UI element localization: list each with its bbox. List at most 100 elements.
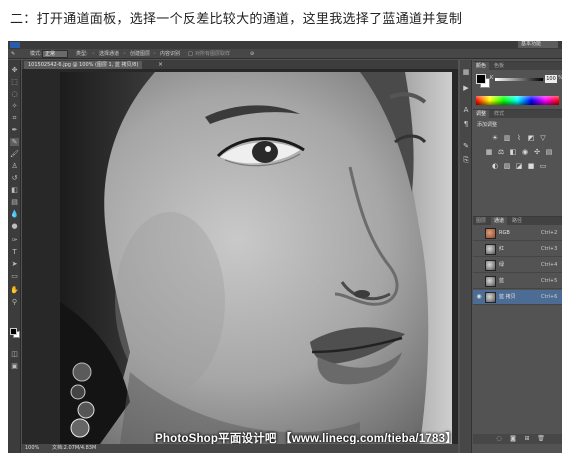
- hand-icon[interactable]: ✋: [10, 286, 19, 294]
- type-label: 类型:: [76, 51, 88, 57]
- sample-all-option[interactable]: 对所有图层取样: [195, 50, 230, 58]
- load-selection-icon[interactable]: ◌: [495, 435, 503, 443]
- visibility-eye-icon[interactable]: [475, 261, 483, 269]
- k-unit: %: [558, 75, 562, 81]
- visibility-eye-icon[interactable]: [475, 245, 483, 253]
- posterize-icon[interactable]: ▨: [503, 162, 511, 170]
- mode-select[interactable]: 正常: [42, 50, 68, 58]
- zoom-level[interactable]: 100%: [25, 444, 39, 453]
- menu-bar: 基本功能: [8, 41, 562, 49]
- gradient-map-icon[interactable]: ▭: [539, 162, 547, 170]
- sample-all-checkbox[interactable]: □: [188, 50, 193, 58]
- workspace-switcher[interactable]: 基本功能: [518, 41, 558, 48]
- clone-stamp-icon[interactable]: ♙: [10, 162, 19, 170]
- vibrance-icon[interactable]: ▽: [539, 134, 547, 142]
- k-slider[interactable]: [495, 78, 543, 81]
- radio-select-channel[interactable]: ◦: [92, 50, 95, 58]
- hue-saturation-icon[interactable]: ▦: [485, 148, 493, 156]
- close-icon[interactable]: ×: [158, 61, 164, 68]
- path-select-icon[interactable]: ➤: [10, 260, 19, 268]
- type-icon[interactable]: T: [10, 248, 19, 256]
- eraser-icon[interactable]: ◧: [10, 186, 19, 194]
- visibility-eye-icon[interactable]: [475, 277, 483, 285]
- paragraph-panel-icon[interactable]: ¶: [462, 120, 470, 128]
- invert-icon[interactable]: ◐: [491, 162, 499, 170]
- visibility-eye-icon[interactable]: ◉: [475, 293, 483, 301]
- color-balance-icon[interactable]: ⚖: [497, 148, 505, 156]
- channel-name: 蓝 拷贝: [499, 294, 516, 300]
- tab-swatches[interactable]: 色板: [491, 62, 507, 70]
- move-icon[interactable]: ✥: [10, 66, 19, 74]
- channel-thumbnail: [485, 244, 496, 255]
- adjustments-hint: 添加调整: [477, 122, 498, 128]
- tab-styles[interactable]: 样式: [491, 110, 507, 118]
- actions-panel-icon[interactable]: ▶: [462, 84, 470, 92]
- history-panel-icon[interactable]: ▦: [462, 68, 470, 76]
- curves-icon[interactable]: ⌇: [515, 134, 523, 142]
- new-channel-icon[interactable]: ⊞: [523, 435, 531, 443]
- shape-icon[interactable]: ▭: [10, 272, 19, 280]
- eyedropper-icon[interactable]: ✒: [10, 126, 19, 134]
- quick-select-icon[interactable]: ✧: [10, 102, 19, 110]
- exposure-icon[interactable]: ◩: [527, 134, 535, 142]
- threshold-icon[interactable]: ◪: [515, 162, 523, 170]
- select-channel-option[interactable]: 选择通道: [99, 50, 119, 58]
- channel-row[interactable]: ◉ 蓝 拷贝 Ctrl+6: [473, 290, 562, 305]
- channel-row[interactable]: 红 Ctrl+3: [473, 242, 562, 257]
- levels-icon[interactable]: ▥: [503, 134, 511, 142]
- channels-panel-tabs: 图层 通道 路径: [473, 217, 562, 225]
- tab-channels[interactable]: 通道: [491, 217, 508, 225]
- channel-row[interactable]: 绿 Ctrl+4: [473, 258, 562, 273]
- radio-content-aware[interactable]: ◦: [153, 50, 156, 58]
- channel-shortcut: Ctrl+6: [541, 294, 558, 300]
- channel-thumbnail: [485, 276, 496, 287]
- channels-footer: ◌ ◙ ⊞ 🗑: [473, 434, 562, 444]
- brightness-contrast-icon[interactable]: ☀: [491, 134, 499, 142]
- history-brush-icon[interactable]: ↺: [10, 174, 19, 182]
- save-selection-icon[interactable]: ◙: [509, 435, 517, 443]
- channel-row[interactable]: RGB Ctrl+2: [473, 226, 562, 241]
- photo-filter-icon[interactable]: ◉: [521, 148, 529, 156]
- gradient-icon[interactable]: ▤: [10, 198, 19, 206]
- pen-icon[interactable]: ✑: [10, 236, 19, 244]
- brush-preset-panel-icon[interactable]: ✎: [462, 142, 470, 150]
- channel-mixer-icon[interactable]: ✣: [533, 148, 541, 156]
- color-lookup-icon[interactable]: ▤: [545, 148, 553, 156]
- create-layer-option[interactable]: 创建图层: [130, 50, 150, 58]
- foreground-color-swatch[interactable]: [10, 328, 17, 335]
- delete-channel-icon[interactable]: 🗑: [537, 435, 545, 443]
- quick-mask-icon[interactable]: ◫: [10, 350, 19, 358]
- marquee-icon[interactable]: ⬚: [10, 78, 19, 86]
- k-slider-label: K: [490, 75, 494, 81]
- canvas-area: PhotoShop平面设计吧 【www.linecg.com/tieba/178…: [22, 69, 458, 444]
- crop-icon[interactable]: ⌗: [10, 114, 19, 122]
- brush-icon[interactable]: 🖌: [10, 150, 19, 158]
- document-size-info[interactable]: 文档:2.07M/4.83M: [52, 444, 96, 453]
- k-value-input[interactable]: 100: [545, 75, 557, 83]
- dodge-icon[interactable]: ●: [10, 222, 19, 230]
- mode-label: 模式:: [30, 51, 42, 57]
- photoshop-window: 基本功能 ✎ 模式: 正常 类型: ◦ 选择通道 ◦ 创建图层 ◦ 内容识别 □…: [8, 41, 562, 453]
- tab-paths[interactable]: 路径: [509, 217, 525, 225]
- zoom-icon[interactable]: ⚲: [10, 298, 19, 306]
- radio-create-layer[interactable]: ◦: [123, 50, 126, 58]
- blur-icon[interactable]: 💧: [10, 210, 19, 218]
- document-tab[interactable]: 101502542-6.jpg @ 100% (图层 1, 蓝 拷贝/8): [24, 61, 143, 69]
- visibility-eye-icon[interactable]: [475, 229, 483, 237]
- clone-source-panel-icon[interactable]: ⎘: [462, 156, 470, 164]
- tab-layers[interactable]: 图层: [473, 217, 489, 225]
- character-panel-icon[interactable]: A: [462, 106, 470, 114]
- channel-row[interactable]: 蓝 Ctrl+5: [473, 274, 562, 289]
- pressure-icon[interactable]: ⊘: [250, 50, 254, 58]
- lasso-icon[interactable]: ◌: [10, 90, 19, 98]
- black-white-icon[interactable]: ◧: [509, 148, 517, 156]
- document-canvas[interactable]: PhotoShop平面设计吧 【www.linecg.com/tieba/178…: [60, 72, 452, 444]
- selective-color-icon[interactable]: ■: [527, 162, 535, 170]
- screen-mode-icon[interactable]: ▣: [10, 362, 19, 370]
- spot-healing-tool-icon[interactable]: ✎: [11, 50, 15, 58]
- tab-adjustments[interactable]: 调整: [473, 110, 490, 118]
- tab-color[interactable]: 颜色: [473, 62, 490, 70]
- content-aware-option[interactable]: 内容识别: [160, 50, 180, 58]
- color-panel-foreground-swatch[interactable]: [476, 74, 486, 84]
- healing-icon[interactable]: ✎: [10, 138, 19, 146]
